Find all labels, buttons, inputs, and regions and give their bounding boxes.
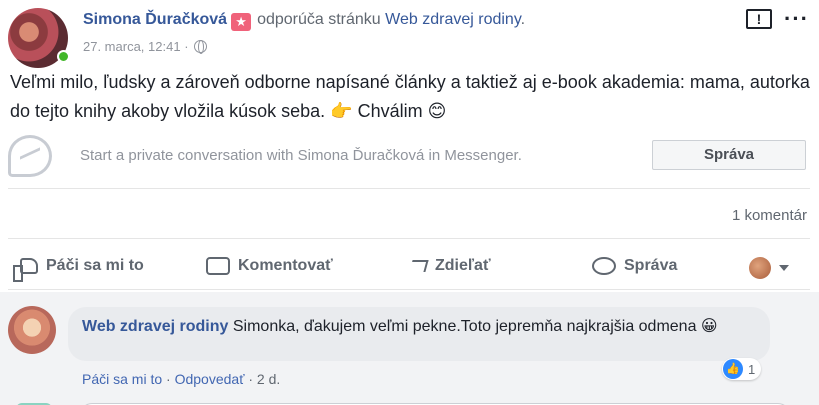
- recommendation-text: odporúča stránku: [257, 11, 381, 28]
- message-label: Správa: [624, 257, 678, 274]
- audience-selector[interactable]: [749, 257, 789, 279]
- comment-separator: ·: [244, 371, 257, 387]
- comment-button[interactable]: Komentovať: [206, 257, 333, 275]
- messenger-icon: [8, 135, 52, 177]
- comment-age[interactable]: 2 d.: [257, 371, 280, 387]
- meta-separator: ·: [184, 39, 189, 54]
- more-options-icon[interactable]: ···: [784, 8, 809, 30]
- comment-icon: [206, 257, 230, 275]
- post-meta: 27. marca, 12:41 ·: [83, 39, 208, 54]
- post-header: Simona Ďuračková ★ odporúča stránku Web zd…: [8, 8, 813, 68]
- like-label: Páči sa mi to: [46, 257, 144, 274]
- share-icon: [409, 260, 429, 272]
- comment-section: Web zdravej rodiny Simonka, ďakujem veľm…: [0, 292, 819, 405]
- like-icon: [13, 258, 38, 282]
- chevron-down-icon: [779, 265, 789, 271]
- report-icon[interactable]: !: [746, 9, 773, 29]
- like-button[interactable]: Páči sa mi to: [13, 257, 144, 282]
- post-date[interactable]: 27. marca, 12:41: [83, 39, 181, 54]
- post-header-line: Simona Ďuračková ★ odporúča stránku Web zd…: [83, 11, 525, 31]
- messenger-prompt-text: Start a private conversation with Simona…: [80, 147, 522, 164]
- page-link[interactable]: Web zdravej rodiny: [385, 11, 520, 28]
- header-actions: ! ···: [746, 8, 809, 30]
- comment-text: Simonka, ďakujem veľmi pekne.Toto jeprem…: [232, 318, 718, 335]
- reaction-count: 1: [748, 361, 756, 377]
- share-label: Zdieľať: [435, 257, 491, 274]
- comment-reactions[interactable]: 👍 1: [722, 358, 762, 380]
- messenger-prompt: Start a private conversation with Simona…: [8, 133, 810, 189]
- globe-icon[interactable]: [194, 40, 208, 54]
- post-action-bar: Páči sa mi to Komentovať Zdieľať Správa: [8, 238, 810, 290]
- commenter-avatar[interactable]: [8, 306, 56, 354]
- header-period: .: [520, 11, 526, 28]
- comment-label: Komentovať: [238, 257, 333, 274]
- send-message-button[interactable]: Správa: [652, 140, 806, 170]
- comment-bubble: Web zdravej rodiny Simonka, ďakujem veľm…: [68, 307, 770, 361]
- post-body: Veľmi milo, ľudsky a zároveň odborne nap…: [10, 72, 810, 121]
- comment-count[interactable]: 1 komentár: [732, 207, 807, 224]
- online-status-dot: [57, 50, 70, 63]
- star-icon: ★: [231, 13, 252, 31]
- comment-like-link[interactable]: Páči sa mi to: [82, 371, 162, 387]
- chat-icon: [592, 257, 616, 275]
- comment-separator: ·: [162, 371, 175, 387]
- comment-actions: Páči sa mi to · Odpovedať · 2 d.: [82, 371, 280, 387]
- comment-author[interactable]: Web zdravej rodiny: [82, 318, 228, 335]
- like-reaction-icon: 👍: [723, 359, 743, 379]
- author-name[interactable]: Simona Ďuračková: [83, 11, 227, 28]
- message-button[interactable]: Správa: [592, 257, 677, 275]
- comment-reply-link[interactable]: Odpovedať: [175, 371, 245, 387]
- audience-avatar-icon: [749, 257, 771, 279]
- share-button[interactable]: Zdieľať: [409, 257, 491, 275]
